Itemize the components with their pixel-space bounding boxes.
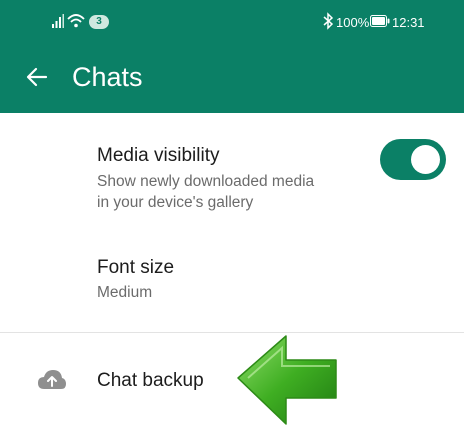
media-visibility-description-line2: in your device's gallery [97,194,254,211]
page-title: Chats [72,62,143,92]
chat-backup-title: Chat backup [97,370,204,391]
signal-icon [52,14,64,28]
clock: 12:31 [392,15,425,30]
media-visibility-description-line1: Show newly downloaded media [97,173,315,190]
green-arrow-left-icon [237,335,337,425]
cloud-upload-icon [38,370,66,389]
media-visibility-toggle[interactable] [380,139,446,180]
battery-percent: 100% [336,15,370,30]
notification-badge: 3 [89,15,109,29]
arrow-left-icon[interactable] [26,66,48,88]
status-bar: 3 100% 12:31 [0,0,464,48]
battery-icon [370,15,390,27]
app-header: 3 100% 12:31 Chats [0,0,464,113]
divider [0,332,464,333]
wifi-icon [67,14,85,28]
bluetooth-icon [323,12,334,30]
font-size-value: Medium [97,284,153,301]
media-visibility-title: Media visibility [97,145,220,166]
toggle-knob [411,145,440,174]
font-size-title: Font size [97,257,175,278]
